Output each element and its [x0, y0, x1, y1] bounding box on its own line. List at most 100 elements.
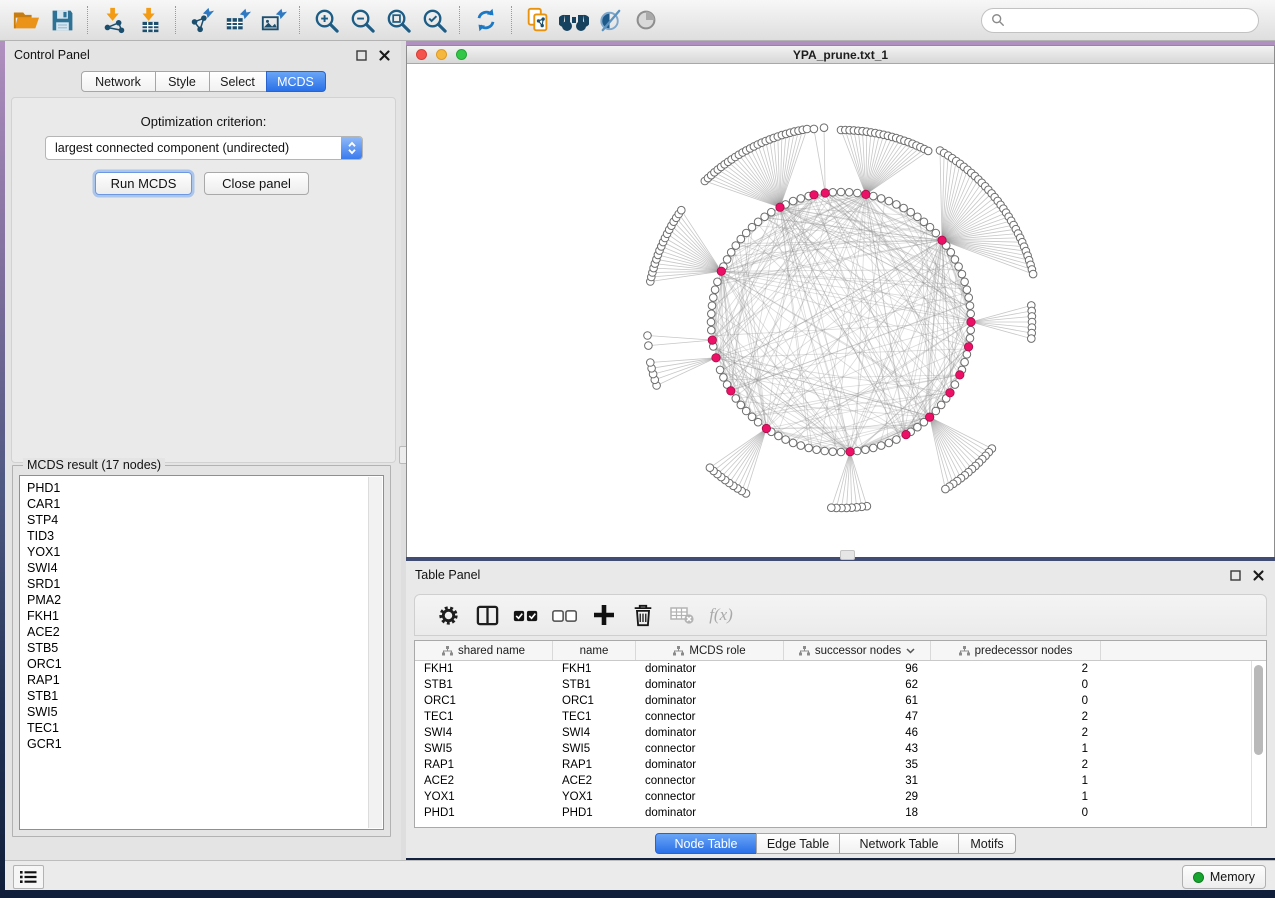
column-header-MCDS-role[interactable]: MCDS role [636, 641, 784, 660]
column-header-shared-name[interactable]: shared name [415, 641, 553, 660]
deselect-all-icon[interactable] [548, 600, 582, 630]
mcds-result-item[interactable]: PMA2 [20, 592, 383, 608]
zoom-fit-icon[interactable] [380, 3, 416, 37]
mcds-result-item[interactable]: STB5 [20, 640, 383, 656]
mcds-result-item[interactable]: STP4 [20, 512, 383, 528]
tab-network-table[interactable]: Network Table [839, 833, 959, 854]
column-header-empty [1101, 641, 1266, 660]
table-row[interactable]: FKH1FKH1dominator962 [415, 661, 1266, 677]
export-network-icon[interactable] [184, 3, 220, 37]
tab-node-table[interactable]: Node Table [655, 833, 757, 854]
close-panel-icon[interactable] [376, 47, 392, 63]
table-row[interactable]: RAP1RAP1dominator352 [415, 757, 1266, 773]
attribute-type-icon [442, 646, 453, 656]
search-field[interactable] [981, 8, 1259, 33]
open-folder-icon[interactable] [8, 3, 44, 37]
select-stepper-icon [341, 137, 362, 159]
mcds-list-scrollbar[interactable] [368, 477, 382, 828]
select-all-icon[interactable] [509, 600, 543, 630]
function-builder-icon-disabled: f(x) [704, 600, 738, 630]
column-header-predecessor-nodes[interactable]: predecessor nodes [931, 641, 1101, 660]
search-input[interactable] [1011, 12, 1249, 28]
save-icon[interactable] [44, 3, 80, 37]
mcds-result-item[interactable]: PHD1 [20, 480, 383, 496]
table-panel: Table Panel f(x) shared namenameMC [406, 561, 1275, 858]
import-table-icon[interactable] [132, 3, 168, 37]
mcds-result-item[interactable]: SWI5 [20, 704, 383, 720]
search-icon [991, 13, 1005, 27]
mcds-result-item[interactable]: YOX1 [20, 544, 383, 560]
mcds-result-list[interactable]: PHD1CAR1STP4TID3YOX1SWI4SRD1PMA2FKH1ACE2… [19, 475, 384, 830]
table-panel-title: Table Panel [415, 568, 480, 582]
table-row[interactable]: SWI5SWI5connector431 [415, 741, 1266, 757]
mcds-result-item[interactable]: CAR1 [20, 496, 383, 512]
zoom-selected-icon[interactable] [416, 3, 452, 37]
export-table-icon[interactable] [220, 3, 256, 37]
mcds-result-title: MCDS result (17 nodes) [23, 458, 165, 472]
network-canvas[interactable] [407, 64, 1274, 557]
mcds-result-item[interactable]: TEC1 [20, 720, 383, 736]
control-panel: Control Panel Network Style Select MCDS … [5, 41, 401, 860]
clone-network-icon[interactable] [520, 3, 556, 37]
run-mcds-button[interactable]: Run MCDS [95, 172, 192, 195]
main-toolbar [0, 0, 1275, 41]
toolbar-separator [459, 6, 461, 34]
float-panel-icon[interactable] [1227, 567, 1243, 583]
table-row[interactable]: STB1STB1dominator620 [415, 677, 1266, 693]
import-network-icon[interactable] [96, 3, 132, 37]
tab-network[interactable]: Network [81, 71, 156, 92]
table-scrollbar-thumb[interactable] [1254, 665, 1263, 755]
mcds-result-item[interactable]: GCR1 [20, 736, 383, 752]
tab-mcds[interactable]: MCDS [266, 71, 326, 92]
task-history-button[interactable] [13, 865, 44, 889]
tab-select[interactable]: Select [209, 71, 267, 92]
toolbar-separator [299, 6, 301, 34]
attribute-type-icon [799, 646, 810, 656]
split-columns-icon[interactable] [470, 600, 504, 630]
mcds-result-group: MCDS result (17 nodes) PHD1CAR1STP4TID3Y… [12, 465, 391, 837]
table-row[interactable]: PHD1PHD1dominator180 [415, 805, 1266, 821]
horizontal-splitter-grip[interactable] [840, 550, 855, 560]
mcds-result-item[interactable]: TID3 [20, 528, 383, 544]
table-row[interactable]: ORC1ORC1dominator610 [415, 693, 1266, 709]
table-settings-gear-icon[interactable] [431, 600, 465, 630]
table-row[interactable]: YOX1YOX1connector291 [415, 789, 1266, 805]
delete-table-icon-disabled [665, 600, 699, 630]
mcds-result-item[interactable]: ACE2 [20, 624, 383, 640]
memory-button[interactable]: Memory [1182, 865, 1266, 889]
refresh-icon[interactable] [468, 3, 504, 37]
float-panel-icon[interactable] [353, 47, 369, 63]
add-column-icon[interactable] [587, 600, 621, 630]
network-window: YPA_prune.txt_1 [406, 45, 1275, 557]
tab-style[interactable]: Style [155, 71, 210, 92]
zoom-out-icon[interactable] [344, 3, 380, 37]
tab-motifs[interactable]: Motifs [958, 833, 1016, 854]
table-row[interactable]: SWI4SWI4dominator462 [415, 725, 1266, 741]
table-panel-tabs: Node Table Edge Table Network Table Moti… [655, 833, 1016, 855]
zoom-in-icon[interactable] [308, 3, 344, 37]
table-header-row: shared namenameMCDS rolesuccessor nodesp… [415, 641, 1266, 661]
network-window-titlebar[interactable]: YPA_prune.txt_1 [407, 46, 1274, 64]
birdseye-icon[interactable] [628, 3, 664, 37]
table-scrollbar[interactable] [1251, 661, 1265, 826]
delete-icon[interactable] [626, 600, 660, 630]
table-toolbar: f(x) [414, 594, 1267, 636]
column-header-successor-nodes[interactable]: successor nodes [784, 641, 931, 660]
table-row[interactable]: TEC1TEC1connector472 [415, 709, 1266, 725]
mcds-result-item[interactable]: ORC1 [20, 656, 383, 672]
close-panel-button[interactable]: Close panel [204, 172, 309, 195]
mcds-result-item[interactable]: SRD1 [20, 576, 383, 592]
close-panel-icon[interactable] [1250, 567, 1266, 583]
criterion-select[interactable]: largest connected component (undirected) [45, 136, 363, 160]
tab-edge-table[interactable]: Edge Table [756, 833, 840, 854]
mcds-result-item[interactable]: SWI4 [20, 560, 383, 576]
export-image-icon[interactable] [256, 3, 292, 37]
table-row[interactable]: ACE2ACE2connector311 [415, 773, 1266, 789]
mcds-result-item[interactable]: FKH1 [20, 608, 383, 624]
mcds-result-item[interactable]: STB1 [20, 688, 383, 704]
column-header-name[interactable]: name [553, 641, 636, 660]
search-binoculars-icon[interactable] [556, 3, 592, 37]
eye-slash-icon[interactable] [592, 3, 628, 37]
mcds-result-item[interactable]: RAP1 [20, 672, 383, 688]
criterion-selected-value: largest connected component (undirected) [46, 141, 341, 155]
